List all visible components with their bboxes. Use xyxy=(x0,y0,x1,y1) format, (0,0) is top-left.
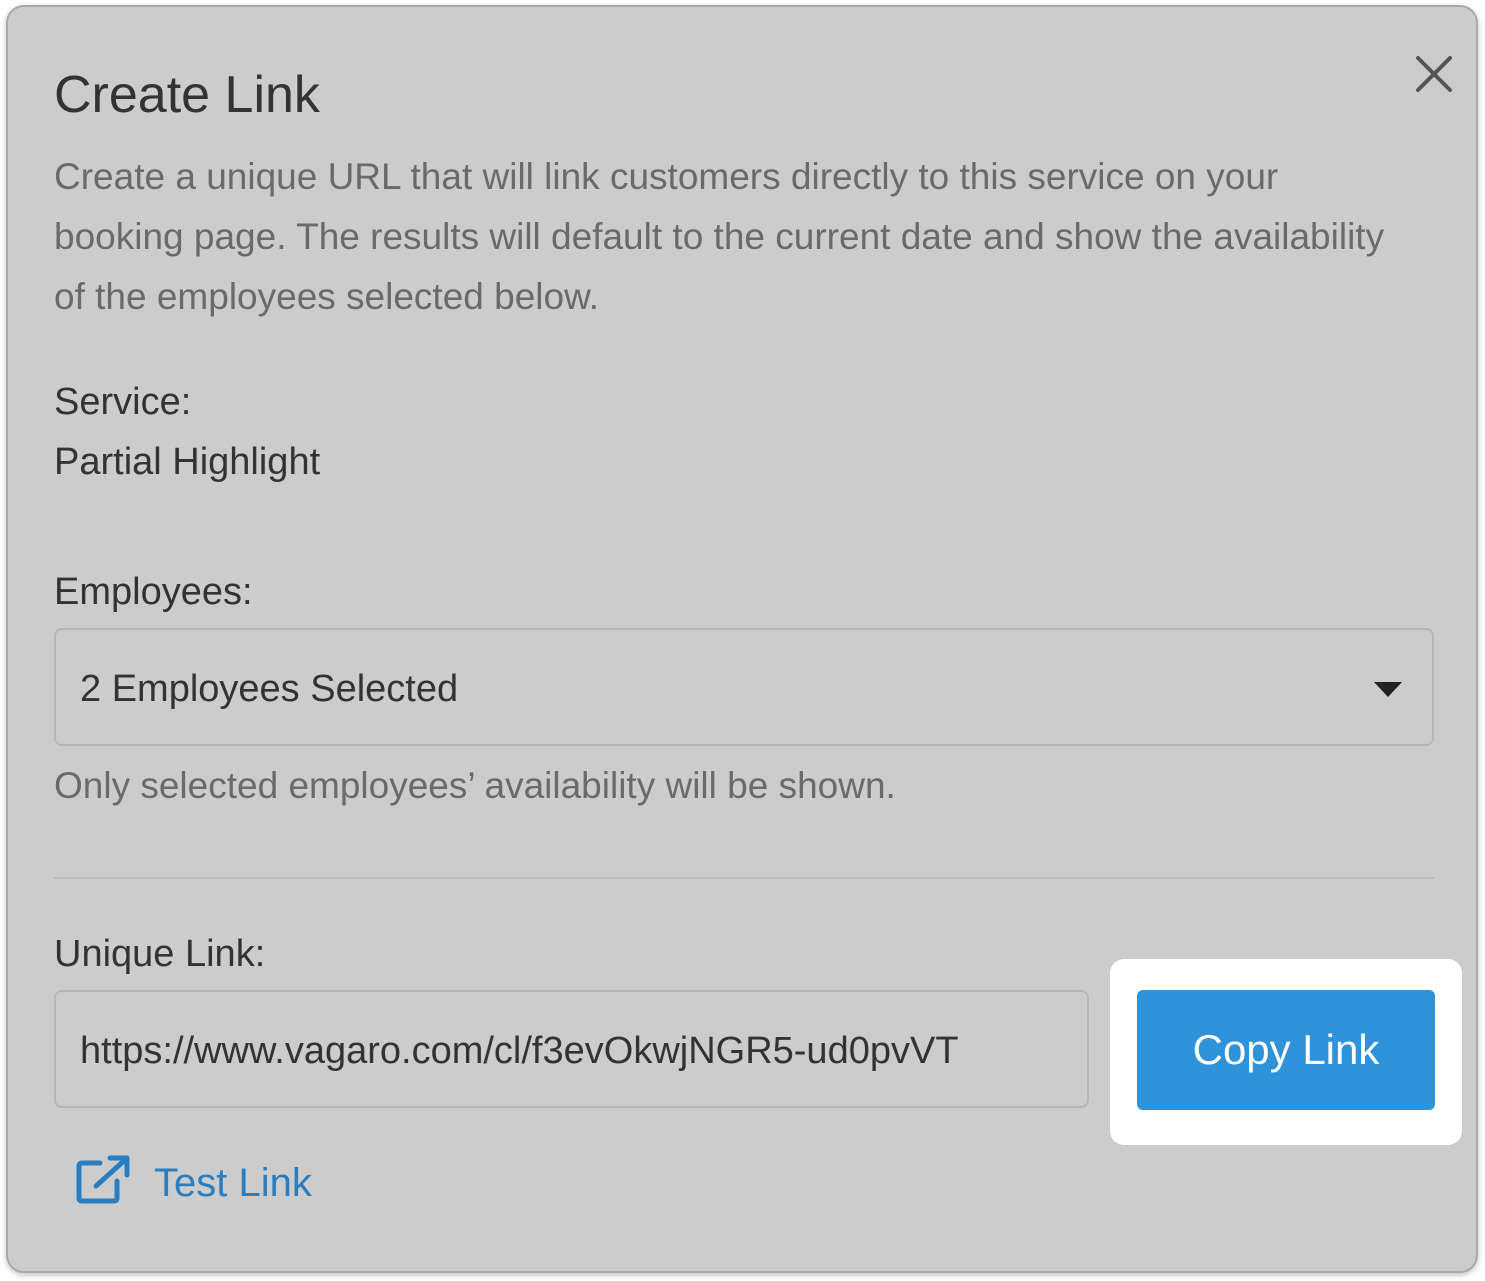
divider xyxy=(54,877,1434,879)
dialog-title: Create Link xyxy=(54,66,320,124)
service-label: Service: xyxy=(54,381,192,423)
close-button[interactable] xyxy=(1406,46,1462,102)
external-link-icon xyxy=(76,1155,130,1204)
caret-down-icon xyxy=(1374,682,1402,697)
dialog-description: Create a unique URL that will link custo… xyxy=(54,156,1385,317)
test-link-label: Test Link xyxy=(154,1161,312,1205)
unique-link-label: Unique Link: xyxy=(54,933,266,975)
unique-link-input[interactable]: https://www.vagaro.com/cl/f3evOkwjNGR5-u… xyxy=(54,990,1089,1108)
employees-helper-text: Only selected employees’ availability wi… xyxy=(54,765,896,806)
create-link-dialog: Create Link Create a unique URL that wil… xyxy=(6,5,1478,1273)
service-value: Partial Highlight xyxy=(54,441,321,483)
close-icon xyxy=(1416,56,1452,92)
employees-label: Employees: xyxy=(54,571,253,613)
employees-select[interactable]: 2 Employees Selected xyxy=(54,628,1434,746)
unique-link-value: https://www.vagaro.com/cl/f3evOkwjNGR5-u… xyxy=(80,1030,959,1072)
copy-link-button[interactable]: Copy Link xyxy=(1137,990,1435,1110)
employees-select-value: 2 Employees Selected xyxy=(80,668,459,710)
